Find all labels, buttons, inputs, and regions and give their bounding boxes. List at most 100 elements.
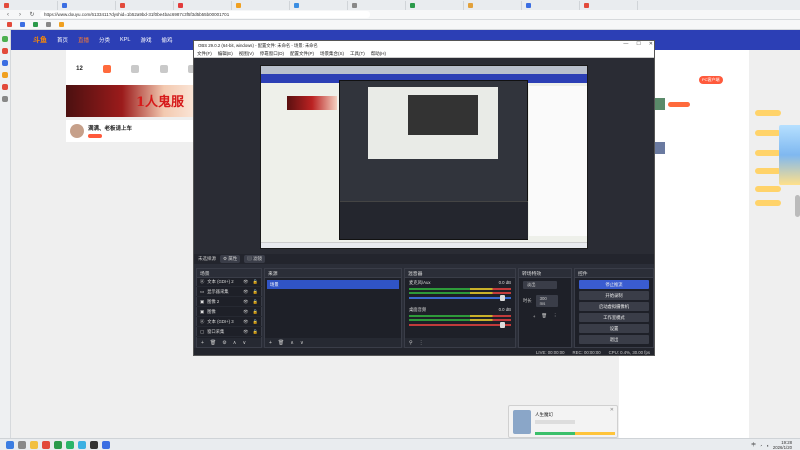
menu-docks[interactable]: 停靠窗口(D) — [260, 51, 284, 57]
settings-icon[interactable]: ⚙ — [222, 340, 226, 346]
avatar[interactable] — [70, 124, 84, 138]
browser-tab[interactable] — [0, 0, 58, 10]
bookmark-item[interactable] — [30, 22, 41, 27]
exit-button[interactable]: 退出 — [579, 335, 649, 344]
duration-input[interactable]: 300 ms — [535, 295, 558, 307]
menu-view[interactable]: 视图(V) — [239, 51, 254, 57]
minimize-icon[interactable]: — — [623, 41, 628, 47]
start-virtual-camera-button[interactable]: 启动虚拟摄像机 — [579, 302, 649, 311]
bookmark-item[interactable] — [56, 22, 67, 27]
nav-category[interactable]: 分类 — [99, 36, 110, 44]
studio-mode-button[interactable]: 工作室模式 — [579, 313, 649, 322]
menu-profile[interactable]: 配置文件(P) — [290, 51, 314, 57]
browser-tab[interactable] — [348, 0, 406, 10]
level-badge[interactable] — [755, 186, 781, 192]
nav-kpl[interactable]: KPL — [120, 37, 130, 43]
source-item[interactable]: ▣ 图像 2 👁 🔒 — [196, 297, 262, 307]
nav-live[interactable]: 直播 — [78, 36, 89, 44]
app-icon[interactable] — [78, 440, 86, 449]
add-icon[interactable]: + — [201, 340, 204, 346]
extension-icon[interactable] — [2, 60, 8, 66]
volume-slider[interactable] — [409, 322, 511, 328]
page-scroll-handle[interactable] — [795, 195, 800, 217]
remove-icon[interactable]: 🗑 — [278, 340, 284, 346]
extension-icon[interactable] — [2, 72, 8, 78]
stop-streaming-button[interactable]: 停止推流 — [579, 280, 649, 289]
nav-home[interactable]: 首页 — [57, 36, 68, 44]
pc-client-button[interactable]: PC客户端 — [699, 76, 723, 84]
volume-slider[interactable] — [409, 295, 511, 301]
forward-icon[interactable]: › — [16, 12, 24, 18]
event-banner[interactable] — [779, 125, 800, 185]
start-icon[interactable] — [6, 440, 14, 449]
source-item[interactable]: ▢ 窗口采集 👁 🔒 — [196, 327, 262, 337]
browser-tab[interactable] — [232, 0, 290, 10]
extension-icon[interactable] — [2, 48, 8, 54]
settings-button[interactable]: 设置 — [579, 324, 649, 333]
level-badge[interactable] — [755, 200, 781, 206]
extension-icon[interactable] — [2, 84, 8, 90]
properties-button[interactable]: ⚙ 属性 — [220, 255, 241, 263]
move-down-icon[interactable]: ∨ — [242, 340, 246, 346]
add-icon[interactable]: + — [533, 314, 536, 319]
scene-item[interactable]: 场景 — [267, 280, 399, 289]
source-item[interactable]: Ⓐ 文本 (GDI+) 2 👁 🔒 — [196, 277, 262, 287]
menu-help[interactable]: 帮助(H) — [371, 51, 386, 57]
url-field[interactable]: https://www.douyu.com/6133411?dyshid=1b5… — [40, 11, 370, 18]
start-recording-button[interactable]: 开始录制 — [579, 291, 649, 300]
add-icon[interactable]: + — [269, 340, 272, 346]
site-logo[interactable]: 斗鱼 — [33, 35, 47, 45]
app-icon[interactable] — [54, 440, 62, 449]
bookmark-item[interactable] — [43, 22, 54, 27]
promo-banner[interactable]: 1人鬼服 — [66, 85, 206, 117]
ime-indicator[interactable]: 中 — [751, 442, 755, 448]
browser-tab[interactable] — [116, 0, 174, 10]
browser-tab[interactable] — [58, 0, 116, 10]
game-thumbnail[interactable] — [655, 98, 665, 110]
extension-icon[interactable] — [2, 96, 8, 102]
app-icon[interactable] — [42, 440, 50, 449]
transition-select[interactable]: 淡出 — [523, 281, 557, 289]
back-icon[interactable]: ‹ — [4, 12, 12, 18]
nav-more[interactable]: 偷鸡 — [161, 36, 172, 44]
menu-edit[interactable]: 编辑(E) — [218, 51, 233, 57]
close-icon[interactable]: ✕ — [649, 41, 653, 47]
extension-icon[interactable] — [2, 36, 8, 42]
game-thumbnail[interactable] — [655, 142, 665, 154]
room-stat[interactable] — [131, 65, 140, 73]
filters-button[interactable]: ▤ 滤镜 — [244, 255, 266, 263]
bookmark-item[interactable] — [4, 22, 15, 27]
browser-tab[interactable] — [522, 0, 580, 10]
reload-icon[interactable]: ↻ — [28, 11, 36, 18]
source-item[interactable]: ▣ 图像 👁 🔒 — [196, 307, 262, 317]
app-icon[interactable] — [66, 440, 74, 449]
close-icon[interactable]: ✕ — [610, 407, 614, 413]
move-up-icon[interactable]: ∧ — [233, 340, 237, 346]
nav-games[interactable]: 游戏 — [140, 36, 151, 44]
remove-icon[interactable]: 🗑 — [541, 313, 546, 319]
link-icon[interactable]: ⚲ — [409, 340, 413, 346]
room-stat[interactable]: 12 — [76, 66, 83, 72]
more-icon[interactable]: ⋮ — [419, 340, 424, 346]
volume-icon[interactable]: ◖ — [766, 443, 769, 448]
obs-icon[interactable] — [90, 440, 98, 449]
clock[interactable]: 19:28 2026/1/20 — [773, 440, 792, 450]
move-up-icon[interactable]: ∧ — [290, 340, 294, 346]
source-item[interactable]: ▭ 显示器采集 👁 🔒 — [196, 287, 262, 297]
wifi-icon[interactable]: ◔ — [760, 443, 763, 448]
room-stat[interactable] — [159, 65, 168, 73]
level-badge[interactable] — [755, 168, 781, 174]
explorer-icon[interactable] — [30, 440, 38, 449]
search-icon[interactable] — [18, 440, 26, 449]
move-down-icon[interactable]: ∨ — [300, 340, 304, 346]
more-icon[interactable]: ⋮ — [553, 313, 557, 319]
app-icon[interactable] — [102, 440, 110, 449]
menu-scene-collection[interactable]: 场景集合(S) — [320, 51, 344, 57]
preview-canvas[interactable] — [260, 65, 588, 249]
level-badge[interactable] — [755, 150, 781, 156]
bookmark-item[interactable] — [17, 22, 28, 27]
download-button[interactable] — [668, 101, 690, 107]
level-badge[interactable] — [755, 110, 781, 116]
browser-tab[interactable] — [464, 0, 522, 10]
room-stat[interactable] — [103, 65, 112, 73]
